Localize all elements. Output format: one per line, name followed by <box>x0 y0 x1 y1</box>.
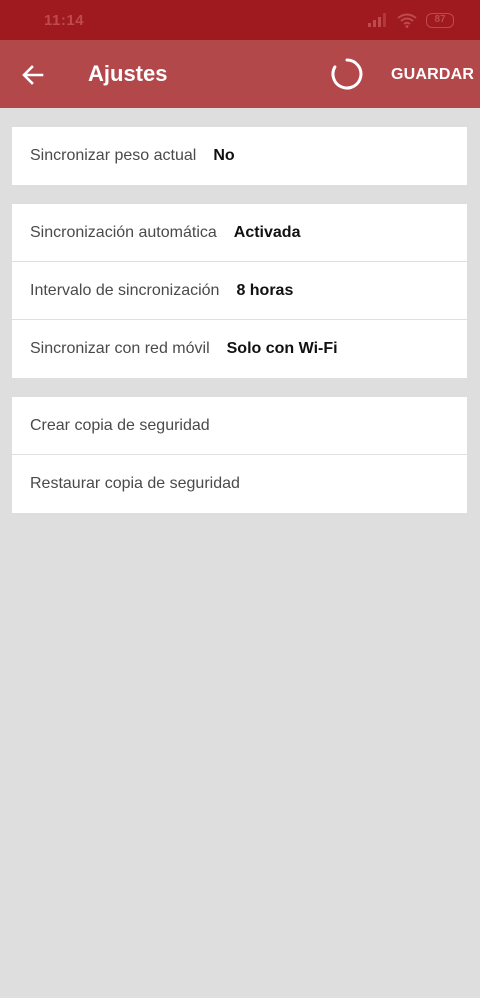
battery-icon: 87 <box>426 12 454 28</box>
setting-value: No <box>213 147 235 164</box>
back-arrow-icon[interactable] <box>18 60 48 90</box>
setting-value: Solo con Wi-Fi <box>226 340 338 357</box>
setting-label: Restaurar copia de seguridad <box>30 475 240 492</box>
status-icons: 87 <box>368 12 454 28</box>
setting-sync-interval[interactable]: Intervalo de sincronización 8 horas <box>12 262 467 320</box>
settings-card-backup: Crear copia de seguridad Restaurar copia… <box>12 397 467 513</box>
setting-label: Sincronizar con red móvil <box>30 340 210 357</box>
setting-create-backup[interactable]: Crear copia de seguridad <box>12 397 467 455</box>
setting-label: Intervalo de sincronización <box>30 281 220 299</box>
setting-sync-current-weight[interactable]: Sincronizar peso actual No <box>12 127 467 185</box>
setting-value: Activada <box>233 223 301 241</box>
setting-restore-backup[interactable]: Restaurar copia de seguridad <box>12 455 467 513</box>
setting-label: Sincronización automática <box>30 223 217 241</box>
app-bar: Ajustes GUARDAR <box>0 40 480 108</box>
status-time: 11:14 <box>44 11 85 29</box>
setting-value: 8 horas <box>236 281 294 299</box>
signal-icon <box>368 13 386 27</box>
settings-card-sync: Sincronización automática Activada Inter… <box>12 204 467 378</box>
setting-auto-sync[interactable]: Sincronización automática Activada <box>12 204 467 262</box>
setting-sync-mobile-network[interactable]: Sincronizar con red móvil Solo con Wi-Fi <box>12 320 467 378</box>
setting-label: Crear copia de seguridad <box>30 416 210 434</box>
setting-label: Sincronizar peso actual <box>30 147 197 164</box>
save-button[interactable]: GUARDAR <box>391 66 474 84</box>
page-title: Ajustes <box>88 61 168 86</box>
status-bar: 11:14 87 <box>0 0 480 40</box>
loading-spinner-icon <box>331 58 363 90</box>
settings-card-sync-weight: Sincronizar peso actual No <box>12 127 467 185</box>
wifi-icon <box>397 13 417 28</box>
